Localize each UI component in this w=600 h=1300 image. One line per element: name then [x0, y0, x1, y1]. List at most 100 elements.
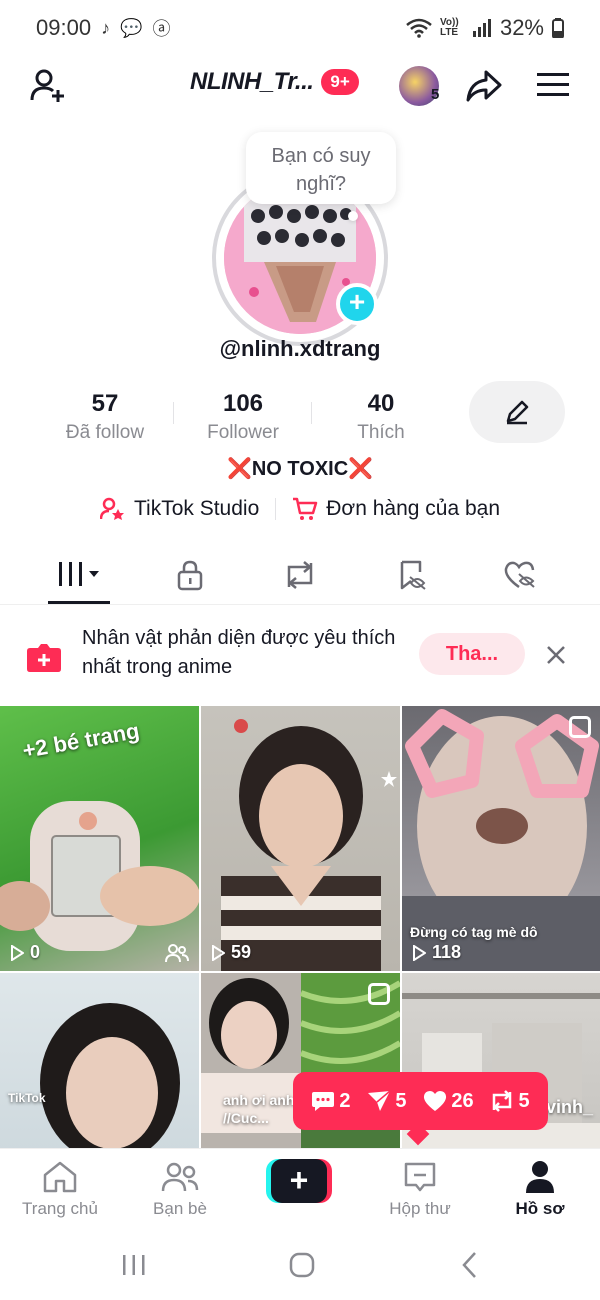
status-left: 09:00 ♪ 💬 ⓐ: [36, 15, 170, 41]
comments-stat: 2: [311, 1090, 351, 1113]
repost-icon: [493, 1090, 512, 1112]
back-button[interactable]: [450, 1250, 490, 1280]
add-user-button[interactable]: [28, 66, 68, 106]
tab-videos[interactable]: [50, 557, 110, 593]
home-circle-icon: [289, 1252, 315, 1278]
video-tile[interactable]: 59: [201, 706, 400, 971]
friends-only-icon: [165, 944, 189, 963]
close-banner-button[interactable]: [543, 642, 569, 668]
friends-icon: [161, 1162, 199, 1192]
nav-friends-label: Bạn bè: [153, 1199, 207, 1218]
nav-home-label: Trang chủ: [22, 1199, 98, 1218]
home-system-button[interactable]: [282, 1250, 322, 1280]
multi-photo-icon: [368, 983, 390, 1005]
top-nav: NLINH_Tr... 9+ 5: [0, 56, 600, 116]
menu-button[interactable]: [537, 72, 569, 98]
followers-count: 106: [222, 390, 264, 417]
create-button[interactable]: +: [266, 1159, 332, 1203]
tiktok-studio-link[interactable]: TikTok Studio: [99, 497, 260, 521]
thought-bubble[interactable]: Bạn có suy nghĩ?: [246, 132, 396, 204]
video-caption: TikTok: [8, 1091, 46, 1105]
stat-following[interactable]: 57 Đã follow: [35, 390, 175, 444]
video-tile[interactable]: +2 bé trang 0: [0, 706, 199, 971]
nav-profile[interactable]: Hồ sơ: [480, 1159, 600, 1219]
username: @nlinh.xdtrang: [219, 336, 381, 361]
video-tile[interactable]: Đừng có tag mè dô 118: [402, 706, 600, 971]
close-icon: [547, 646, 565, 664]
grid-icon: [59, 562, 99, 586]
pencil-icon: [506, 400, 529, 425]
share-icon: [466, 70, 502, 102]
status-right: Vo)) LTE 32%: [406, 15, 564, 41]
likes-stat: 26: [423, 1089, 474, 1113]
tab-liked[interactable]: [490, 557, 550, 593]
tiktok-notification-icon: ♪: [101, 17, 111, 38]
recent-apps-button[interactable]: [114, 1250, 154, 1280]
nav-inbox[interactable]: Hộp thư: [360, 1159, 480, 1219]
tab-private[interactable]: [160, 557, 220, 593]
following-count: 57: [91, 390, 119, 417]
profile-title: NLINH_Tr...: [190, 68, 314, 95]
nav-inbox-label: Hộp thư: [389, 1199, 451, 1218]
stat-followers[interactable]: 106 Follower: [173, 390, 313, 444]
studio-icon: [99, 497, 124, 520]
lte-label: Vo)) LTE: [439, 17, 459, 38]
tab-reposts[interactable]: [270, 557, 330, 593]
activity-popup[interactable]: 2 5 26 5: [293, 1072, 548, 1130]
tab-favorites[interactable]: [382, 557, 442, 593]
back-icon: [462, 1252, 476, 1278]
banner-action-button[interactable]: Tha...: [419, 633, 525, 675]
following-label: Đã follow: [65, 422, 145, 443]
video-tile[interactable]: TikTok: [0, 973, 199, 1148]
star-icon: [381, 771, 397, 787]
nav-home[interactable]: Trang chủ: [0, 1159, 120, 1219]
send-icon: [368, 1090, 391, 1111]
orders-label: Đơn hàng của bạn: [326, 497, 500, 520]
play-icon: [11, 944, 24, 961]
home-icon: [43, 1161, 77, 1193]
video-views: 118: [412, 942, 461, 963]
active-tab-indicator: [48, 601, 110, 604]
reposts-count: 5: [518, 1089, 530, 1112]
video-views: 0: [10, 942, 40, 963]
add-story-button[interactable]: +: [336, 283, 378, 325]
account-switcher[interactable]: NLINH_Tr... 9+: [190, 68, 359, 96]
thought-bubble-tail: [348, 211, 358, 221]
heart-icon: [424, 1091, 447, 1111]
edit-profile-button[interactable]: [469, 381, 565, 443]
app-notification-icon: ⓐ: [152, 19, 171, 39]
stat-likes[interactable]: 40 Thích: [311, 390, 451, 444]
bio-mark-right: ❌: [348, 458, 374, 480]
studio-label: TikTok Studio: [133, 497, 260, 520]
inbox-icon: [404, 1162, 436, 1192]
play-icon: [212, 944, 225, 961]
link-divider: [275, 498, 277, 520]
orders-link[interactable]: Đơn hàng của bạn: [292, 497, 500, 521]
profile-links: TikTok Studio Đơn hàng của bạn: [0, 497, 600, 521]
banner-text: Nhân vật phản diện được yêu thích nhất t…: [82, 627, 396, 678]
lock-icon: [177, 560, 203, 591]
wifi-icon: [406, 18, 432, 38]
battery-icon: [552, 18, 564, 38]
shares-stat: 5: [367, 1090, 407, 1113]
nav-friends[interactable]: Bạn bè: [120, 1159, 240, 1219]
recent-apps-icon: [123, 1255, 145, 1275]
likes-notification-count: 26: [451, 1089, 474, 1112]
bio: ❌NO TOXIC❌: [0, 456, 600, 481]
suggestion-banner: Nhân vật phản diện được yêu thích nhất t…: [0, 606, 600, 706]
nav-profile-label: Hồ sơ: [515, 1199, 565, 1218]
signal-icon: [472, 19, 491, 37]
message-notification-icon: 💬: [120, 17, 143, 38]
likes-label: Thích: [357, 422, 405, 443]
reposts-stat: 5: [490, 1089, 530, 1113]
plus-icon: +: [271, 1159, 327, 1203]
battery-percent: 32%: [499, 15, 544, 40]
cart-icon: [293, 497, 318, 520]
status-bar: 09:00 ♪ 💬 ⓐ Vo)) LTE 32%: [0, 0, 600, 56]
bottom-nav: Trang chủ Bạn bè + Hộp thư Hồ sơ: [0, 1148, 600, 1228]
system-nav-bar: [0, 1228, 600, 1300]
video-caption: vinh_: [546, 1097, 594, 1117]
content-tabs: [0, 545, 600, 605]
share-profile-button[interactable]: [464, 68, 504, 104]
repost-icon: [287, 561, 313, 589]
